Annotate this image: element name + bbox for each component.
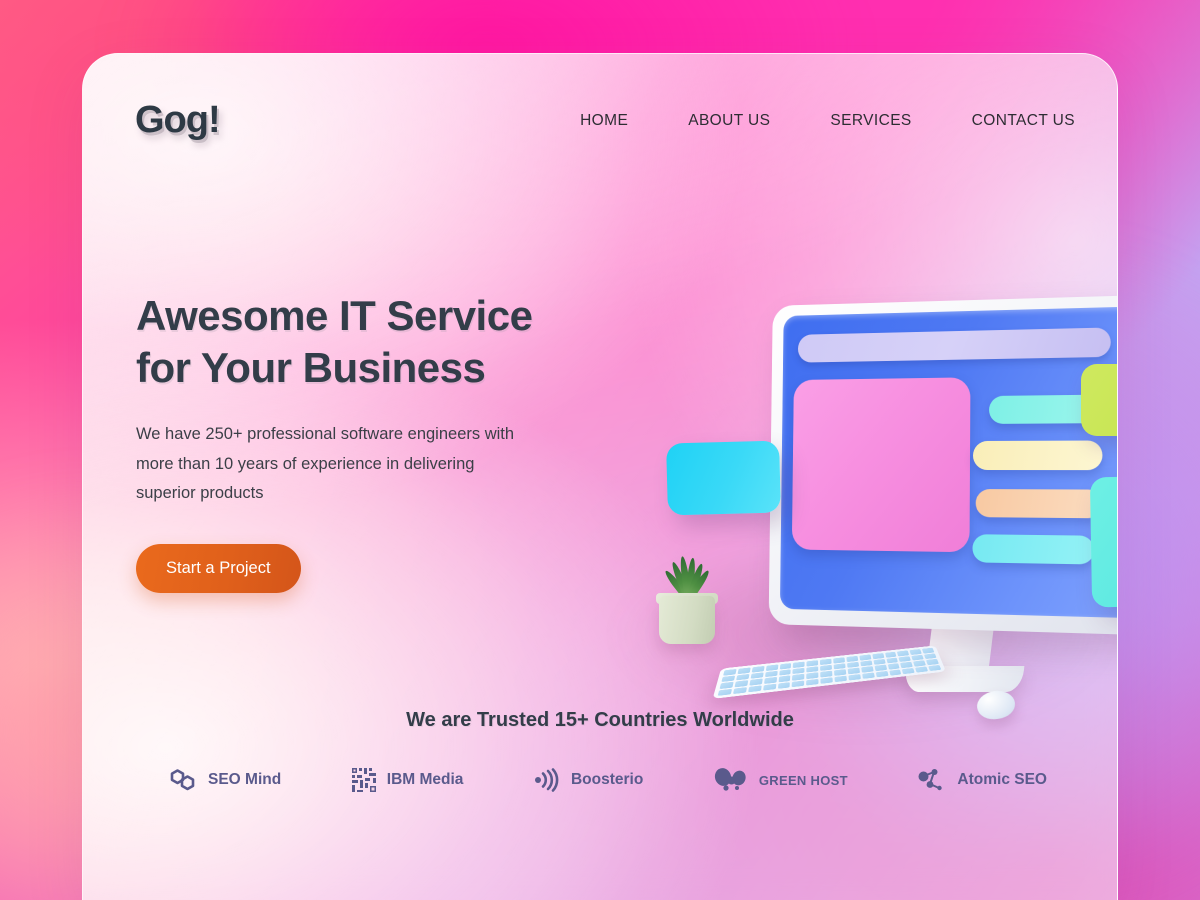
keyboard-key <box>897 650 910 657</box>
screen-content-block <box>791 377 971 553</box>
keyboard-key <box>793 661 805 668</box>
hero-description: We have 250+ professional software engin… <box>136 425 515 502</box>
monitor-screen <box>779 305 1117 620</box>
screen-row-4 <box>972 534 1095 565</box>
keyboard-key <box>806 672 819 679</box>
headline-line-1: Awesome IT Service <box>136 292 533 339</box>
keyboard-key <box>860 666 874 673</box>
potted-plant <box>645 549 727 644</box>
brand-name-label: GREEN HOST <box>758 772 848 788</box>
keyboard-key <box>820 658 832 665</box>
keyboard-key <box>913 660 926 667</box>
brand-green-host[interactable]: GREEN HOST <box>713 767 848 793</box>
brand-name-label: Boosterio <box>570 771 644 788</box>
keyboard-key <box>900 661 913 668</box>
keyboard-key <box>765 664 778 671</box>
brand-name-label: IBM Media <box>386 771 464 788</box>
keyboard-key <box>717 688 733 696</box>
keyboard-key <box>834 669 847 676</box>
headline-line-2: for Your Business <box>136 344 486 392</box>
keyboard-key <box>833 657 845 664</box>
screen-top-bar <box>797 327 1111 363</box>
keyboard-key <box>791 680 805 688</box>
keyboard-key <box>719 681 734 689</box>
floating-card-lime <box>1081 364 1117 436</box>
nav-about-us[interactable]: ABOUT US <box>688 112 770 130</box>
brand-name-label: Atomic SEO <box>957 771 1047 788</box>
monitor <box>768 294 1117 637</box>
keyboard-key <box>926 658 939 665</box>
hexagon-link-icon <box>168 766 198 794</box>
molecule-nodes-icon <box>917 767 947 793</box>
keyboard-key <box>777 681 791 689</box>
nav-home[interactable]: HOME <box>580 112 628 130</box>
nav-contact-us[interactable]: CONTACT US <box>972 112 1075 130</box>
floating-card-cyan-right <box>1089 474 1117 608</box>
keyboard-key <box>847 667 860 675</box>
keyboard-key <box>874 664 887 671</box>
keyboard-key <box>909 649 922 655</box>
site-header: Gog! HOME ABOUT US SERVICES CONTACT US <box>135 99 1075 142</box>
screen-row-2 <box>972 440 1103 471</box>
nav-services[interactable]: SERVICES <box>830 112 911 130</box>
keyboard-key <box>915 666 929 673</box>
keyboard-key <box>806 660 819 667</box>
keyboard-key <box>749 678 763 686</box>
keyboard-key <box>762 683 776 691</box>
plant-pot <box>659 596 715 644</box>
keyboard-key <box>834 675 847 683</box>
leaf-dots-icon <box>713 767 749 793</box>
keyboard-key <box>737 667 751 674</box>
keyboard-key <box>792 673 805 681</box>
keyboard-key <box>928 664 942 672</box>
keyboard-key <box>778 675 791 683</box>
keyboard-key <box>747 685 762 693</box>
keyboard-key <box>902 667 915 675</box>
keyboard-key <box>884 651 897 658</box>
main-navigation: HOME ABOUT US SERVICES CONTACT US <box>580 112 1075 130</box>
brand-atomic-seo[interactable]: Atomic SEO <box>917 767 1047 793</box>
keyboard-key <box>859 654 871 661</box>
keyboard-key <box>848 673 861 681</box>
keyboard-key <box>763 676 777 684</box>
brand-boosterio[interactable]: Boosterio <box>533 768 643 792</box>
hero-glass-card: Gog! HOME ABOUT US SERVICES CONTACT US A… <box>82 53 1118 900</box>
keyboard-key <box>921 647 935 654</box>
keyboard-key <box>871 653 884 659</box>
brand-logo[interactable]: Gog! <box>135 99 221 142</box>
keyboard-key <box>820 670 833 678</box>
desktop-workspace-illustration <box>533 204 1117 784</box>
keyboard-key <box>888 669 902 676</box>
keyboard-key <box>861 672 875 679</box>
keyboard-key <box>846 655 858 662</box>
keyboard-key <box>779 663 792 670</box>
brand-ibm-media[interactable]: IBM Media <box>351 767 464 793</box>
brand-seo-mind[interactable]: SEO Mind <box>168 766 281 794</box>
start-a-project-button[interactable]: Start a Project <box>136 544 301 594</box>
trusted-heading: We are Trusted 15+ Countries Worldwide <box>406 709 794 731</box>
keyboard-key <box>734 680 749 688</box>
keyboard-key <box>732 686 747 695</box>
keyboard-key <box>820 676 833 684</box>
brand-name-label: SEO Mind <box>208 771 282 788</box>
keyboard-key <box>887 663 900 670</box>
signal-waves-icon <box>533 768 561 792</box>
brand-logo-strip: SEO Mind IBM Media Boosterio GREEN HOST … <box>168 766 1047 794</box>
keyboard-key <box>723 668 737 676</box>
keyboard-key <box>875 670 889 678</box>
screen-row-3 <box>975 489 1103 519</box>
floating-card-cyan-left <box>666 440 781 516</box>
circuit-chip-icon <box>351 767 377 793</box>
keyboard-key <box>751 665 765 673</box>
keyboard-key <box>806 678 819 686</box>
